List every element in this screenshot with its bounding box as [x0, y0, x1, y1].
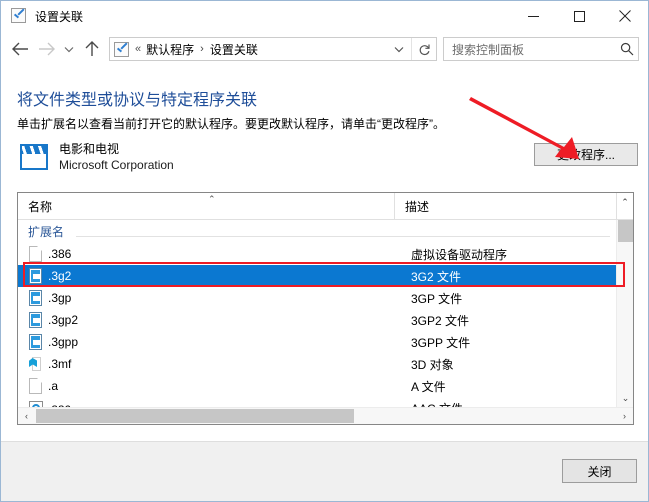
close-dialog-button[interactable]: 关闭 — [562, 459, 637, 483]
video-file-icon — [28, 334, 44, 350]
table-row[interactable]: .386 虚拟设备驱动程序 — [18, 243, 616, 265]
breadcrumb-item-default-programs[interactable]: 默认程序 — [143, 41, 197, 58]
row-extension: .386 — [48, 247, 72, 261]
column-header-name-label: 名称 — [28, 199, 53, 214]
search-box[interactable]: 搜索控制面板 — [443, 37, 639, 61]
horizontal-scrollbar[interactable]: ‹ › — [18, 407, 633, 424]
movies-tv-icon — [18, 141, 50, 173]
table-row[interactable]: .3g2 3G2 文件 — [18, 265, 616, 287]
change-program-button[interactable]: 更改程序... — [534, 143, 638, 166]
table-row[interactable]: .3gp2 3GP2 文件 — [18, 309, 616, 331]
row-extension: .3mf — [48, 357, 72, 371]
video-file-icon — [28, 268, 44, 284]
minimize-button[interactable] — [510, 1, 556, 31]
table-row[interactable]: .3gp 3GP 文件 — [18, 287, 616, 309]
file-associations-list: 名称 ⌃ 描述 ⌃ 扩展名 .386 虚拟设备驱动程序 .3g2 3G2 文件 … — [17, 192, 634, 425]
row-description: 虚拟设备驱动程序 — [411, 247, 508, 262]
content-area: 将文件类型或协议与特定程序关联 单击扩展名以查看当前打开它的默认程序。要更改默认… — [1, 67, 648, 440]
page-subtitle: 单击扩展名以查看当前打开它的默认程序。要更改默认程序，请单击“更改程序”。 — [17, 117, 445, 131]
row-extension: .a — [48, 379, 59, 393]
horizontal-scrollbar-thumb[interactable] — [36, 409, 354, 423]
row-description: AAC 文件 — [403, 400, 616, 408]
audio-file-icon — [28, 400, 44, 407]
video-file-icon — [28, 290, 44, 306]
breadcrumb-separator: › — [200, 43, 204, 55]
forward-arrow-icon[interactable] — [33, 36, 59, 62]
window-controls — [510, 1, 648, 31]
app-name: 电影和电视 — [59, 142, 120, 156]
sort-ascending-icon: ⌃ — [208, 194, 216, 204]
current-default-app: 电影和电视 Microsoft Corporation — [18, 141, 174, 173]
control-panel-icon — [11, 8, 27, 24]
window-title: 设置关联 — [35, 9, 84, 24]
app-publisher: Microsoft Corporation — [59, 158, 174, 173]
scroll-right-arrow-icon[interactable]: › — [616, 408, 633, 424]
address-control-panel-icon — [114, 41, 130, 57]
row-extension: .3gp — [48, 291, 72, 305]
scroll-left-arrow-icon[interactable]: ‹ — [18, 408, 35, 424]
table-row[interactable]: .3gpp 3GPP 文件 — [18, 331, 616, 353]
breadcrumb-item-set-associations[interactable]: 设置关联 — [207, 41, 261, 58]
row-extension: .3gp2 — [48, 313, 79, 327]
maximize-button[interactable] — [556, 1, 602, 31]
row-description: 3GP 文件 — [411, 291, 463, 306]
list-body: 扩展名 .386 虚拟设备驱动程序 .3g2 3G2 文件 .3gp 3GP 文… — [18, 220, 616, 407]
group-header-extensions: 扩展名 — [18, 220, 616, 243]
table-row[interactable]: .aac AAC 文件 — [18, 397, 616, 407]
breadcrumb-overflow[interactable]: « — [133, 43, 143, 55]
navigation-bar: « 默认程序 › 设置关联 搜索控制面板 — [1, 31, 648, 67]
column-header-name[interactable]: 名称 ⌃ — [18, 193, 395, 219]
blank-file-icon — [28, 378, 44, 394]
row-description: 3GP2 文件 — [411, 313, 470, 328]
search-input[interactable]: 搜索控制面板 — [452, 41, 616, 58]
breadcrumb: « 默认程序 › 设置关联 — [133, 41, 387, 58]
search-icon[interactable] — [616, 42, 638, 56]
row-description: 3G2 文件 — [411, 269, 462, 284]
list-header: 名称 ⌃ 描述 ⌃ — [18, 193, 633, 220]
close-button[interactable] — [602, 1, 648, 31]
refresh-icon[interactable] — [411, 38, 436, 60]
table-row[interactable]: .3mf 3D 对象 — [18, 353, 616, 375]
title-bar: 设置关联 — [1, 1, 648, 31]
row-extension: .3g2 — [48, 269, 72, 283]
row-description: A 文件 — [411, 379, 446, 394]
scroll-up-arrow-icon[interactable]: ⌃ — [616, 193, 633, 219]
3d-object-icon — [28, 356, 44, 372]
scroll-down-arrow-icon[interactable]: ⌄ — [617, 390, 633, 407]
back-arrow-icon[interactable] — [7, 36, 33, 62]
column-header-description[interactable]: 描述 — [395, 193, 616, 219]
address-bar[interactable]: « 默认程序 › 设置关联 — [109, 37, 437, 61]
blank-file-icon — [28, 246, 44, 262]
column-header-description-label: 描述 — [405, 199, 430, 214]
page-title: 将文件类型或协议与特定程序关联 — [17, 92, 258, 109]
up-arrow-icon[interactable] — [79, 36, 105, 62]
vertical-scrollbar-thumb[interactable] — [618, 220, 633, 242]
vertical-scrollbar[interactable]: ⌄ — [616, 220, 633, 407]
row-extension: .3gpp — [48, 335, 79, 349]
settings-association-window: 设置关联 « 默认程序 › 设置关联 搜索控制面板 将文件类型或协议与特定程序关… — [0, 0, 649, 502]
address-bar-buttons — [387, 38, 436, 60]
row-description: 3D 对象 — [411, 357, 454, 372]
address-dropdown-chevron-down-icon[interactable] — [387, 38, 411, 60]
recent-locations-chevron-down-icon[interactable] — [59, 36, 79, 62]
table-row[interactable]: .a A 文件 — [18, 375, 616, 397]
video-file-icon — [28, 312, 44, 328]
row-description: 3GPP 文件 — [411, 335, 471, 350]
footer-bar: 关闭 — [1, 441, 648, 501]
